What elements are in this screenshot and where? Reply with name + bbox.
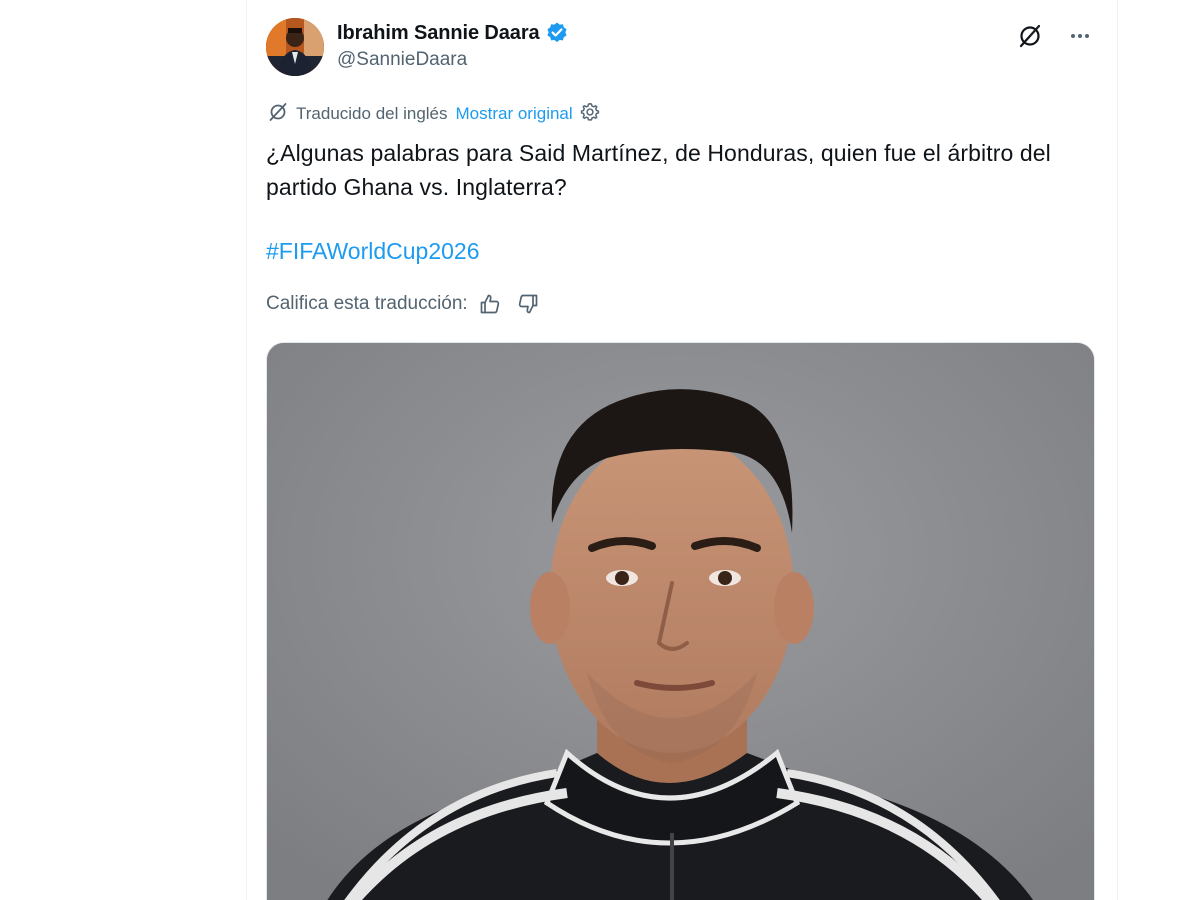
avatar[interactable] — [266, 18, 324, 76]
grok-translate-small-icon — [266, 100, 290, 129]
verified-badge-icon[interactable] — [545, 21, 569, 45]
rate-translation-label: Califica esta traducción: — [266, 293, 468, 314]
hashtag-link[interactable]: #FIFAWorldCup2026 — [266, 238, 480, 265]
tweet-media-photo[interactable] — [266, 342, 1095, 900]
author-handle[interactable]: @SannieDaara — [337, 49, 569, 71]
thumbs-up-icon[interactable] — [476, 290, 504, 318]
rate-translation: Califica esta traducción: — [266, 289, 1096, 319]
tweet-text: ¿Algunas palabras para Said Martínez, de… — [266, 140, 1051, 200]
translated-from-label: Traducido del inglés — [296, 104, 448, 123]
timeline-left-border — [246, 0, 247, 900]
author-name[interactable]: Ibrahim Sannie Daara — [337, 22, 540, 45]
user-info: Ibrahim Sannie Daara @SannieDaara — [337, 20, 569, 71]
translation-notice: Traducido del inglés Mostrar original — [266, 102, 1096, 126]
grok-translate-icon[interactable] — [1014, 20, 1046, 52]
show-original-link[interactable]: Mostrar original — [456, 104, 573, 124]
more-options-icon[interactable] — [1064, 20, 1096, 52]
tweet: Ibrahim Sannie Daara @SannieDaara Traduc… — [266, 16, 1096, 319]
tweet-page: Ibrahim Sannie Daara @SannieDaara Traduc… — [0, 0, 1200, 900]
timeline-right-border — [1117, 0, 1118, 900]
avatar-photo — [266, 18, 324, 76]
tweet-header: Ibrahim Sannie Daara @SannieDaara — [266, 16, 1096, 80]
thumbs-down-icon[interactable] — [514, 290, 542, 318]
name-row: Ibrahim Sannie Daara — [337, 20, 569, 46]
referee-portrait-image — [267, 343, 1094, 900]
header-actions — [1014, 20, 1096, 52]
settings-gear-icon[interactable] — [579, 101, 601, 128]
